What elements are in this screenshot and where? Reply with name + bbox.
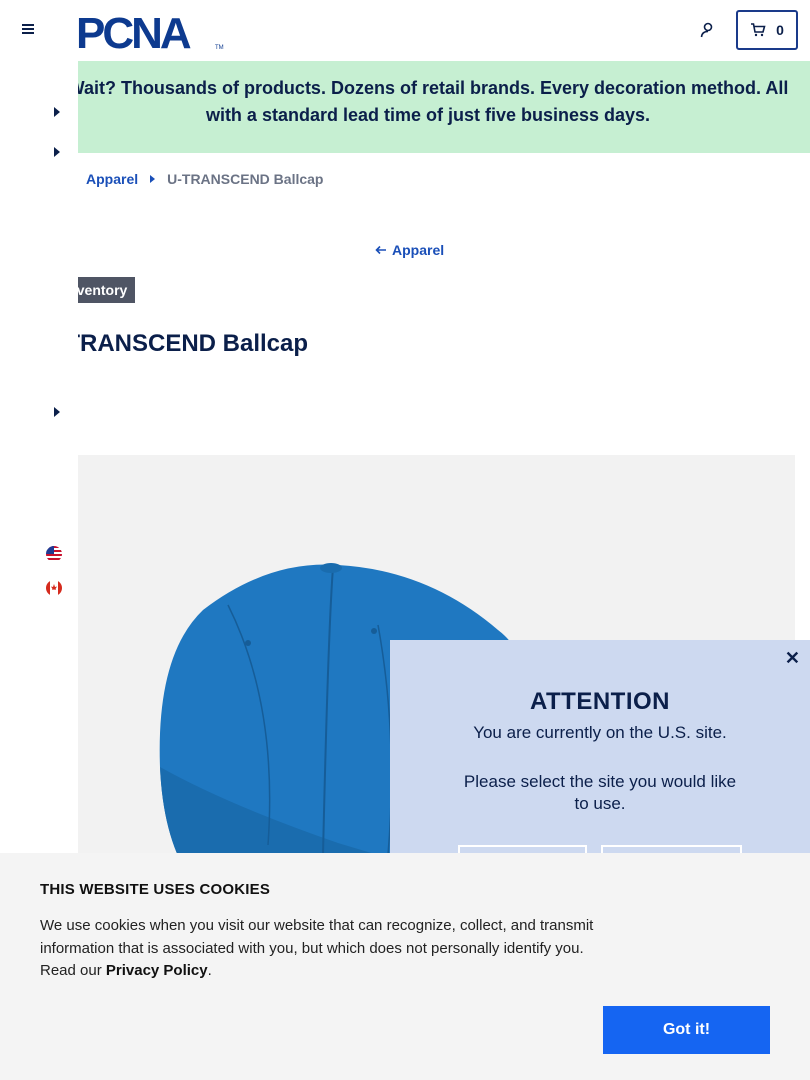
user-icon[interactable] <box>698 20 718 40</box>
breadcrumb: Apparel U-TRANSCEND Ballcap <box>86 171 323 187</box>
canada-flag-icon[interactable] <box>46 580 62 596</box>
arrow-left-icon <box>375 245 386 255</box>
back-link-label: Apparel <box>392 242 445 258</box>
cookie-period: . <box>207 962 212 979</box>
cart-count: 0 <box>776 22 784 38</box>
cookie-title: THIS WEBSITE USES COOKIES <box>40 881 271 898</box>
breadcrumb-apparel[interactable]: Apparel <box>86 171 138 187</box>
cart-button[interactable]: 0 <box>736 10 798 50</box>
us-flag-icon[interactable] <box>46 546 62 562</box>
close-icon[interactable]: ✕ <box>785 648 800 669</box>
site-select-modal: ✕ ATTENTION You are currently on the U.S… <box>390 640 810 885</box>
promo-text: Wait? Thousands of products. Dozens of r… <box>67 78 789 125</box>
cookie-banner: THIS WEBSITE USES COOKIES We use cookies… <box>0 853 810 1080</box>
modal-title: ATTENTION <box>529 688 671 715</box>
svg-text:PCNA: PCNA <box>76 9 191 54</box>
site-header: PCNA TM 0 <box>0 0 810 61</box>
product-title: U-TRANSCEND Ballcap <box>40 330 309 357</box>
cart-icon <box>751 23 766 37</box>
modal-select-text: Please select the site you would like to… <box>463 772 737 813</box>
breadcrumb-current: U-TRANSCEND Ballcap <box>167 171 324 187</box>
got-it-button[interactable]: Got it! <box>603 1006 770 1054</box>
svg-text:TM: TM <box>215 45 224 51</box>
modal-current-site-text: You are currently on the U.S. site. <box>473 723 727 742</box>
hamburger-menu-icon[interactable] <box>18 20 38 40</box>
back-to-apparel-link[interactable]: Apparel <box>375 242 444 258</box>
chevron-right-icon <box>150 175 156 183</box>
privacy-policy-link[interactable]: Privacy Policy <box>106 962 208 979</box>
caret-right-icon[interactable] <box>54 147 60 157</box>
pcna-logo[interactable]: PCNA TM <box>76 8 226 54</box>
caret-right-icon[interactable] <box>54 407 60 417</box>
caret-right-icon[interactable] <box>54 107 60 117</box>
cookie-text: We use cookies when you visit our websit… <box>40 915 600 983</box>
promo-banner: Wait? Thousands of products. Dozens of r… <box>68 61 810 153</box>
